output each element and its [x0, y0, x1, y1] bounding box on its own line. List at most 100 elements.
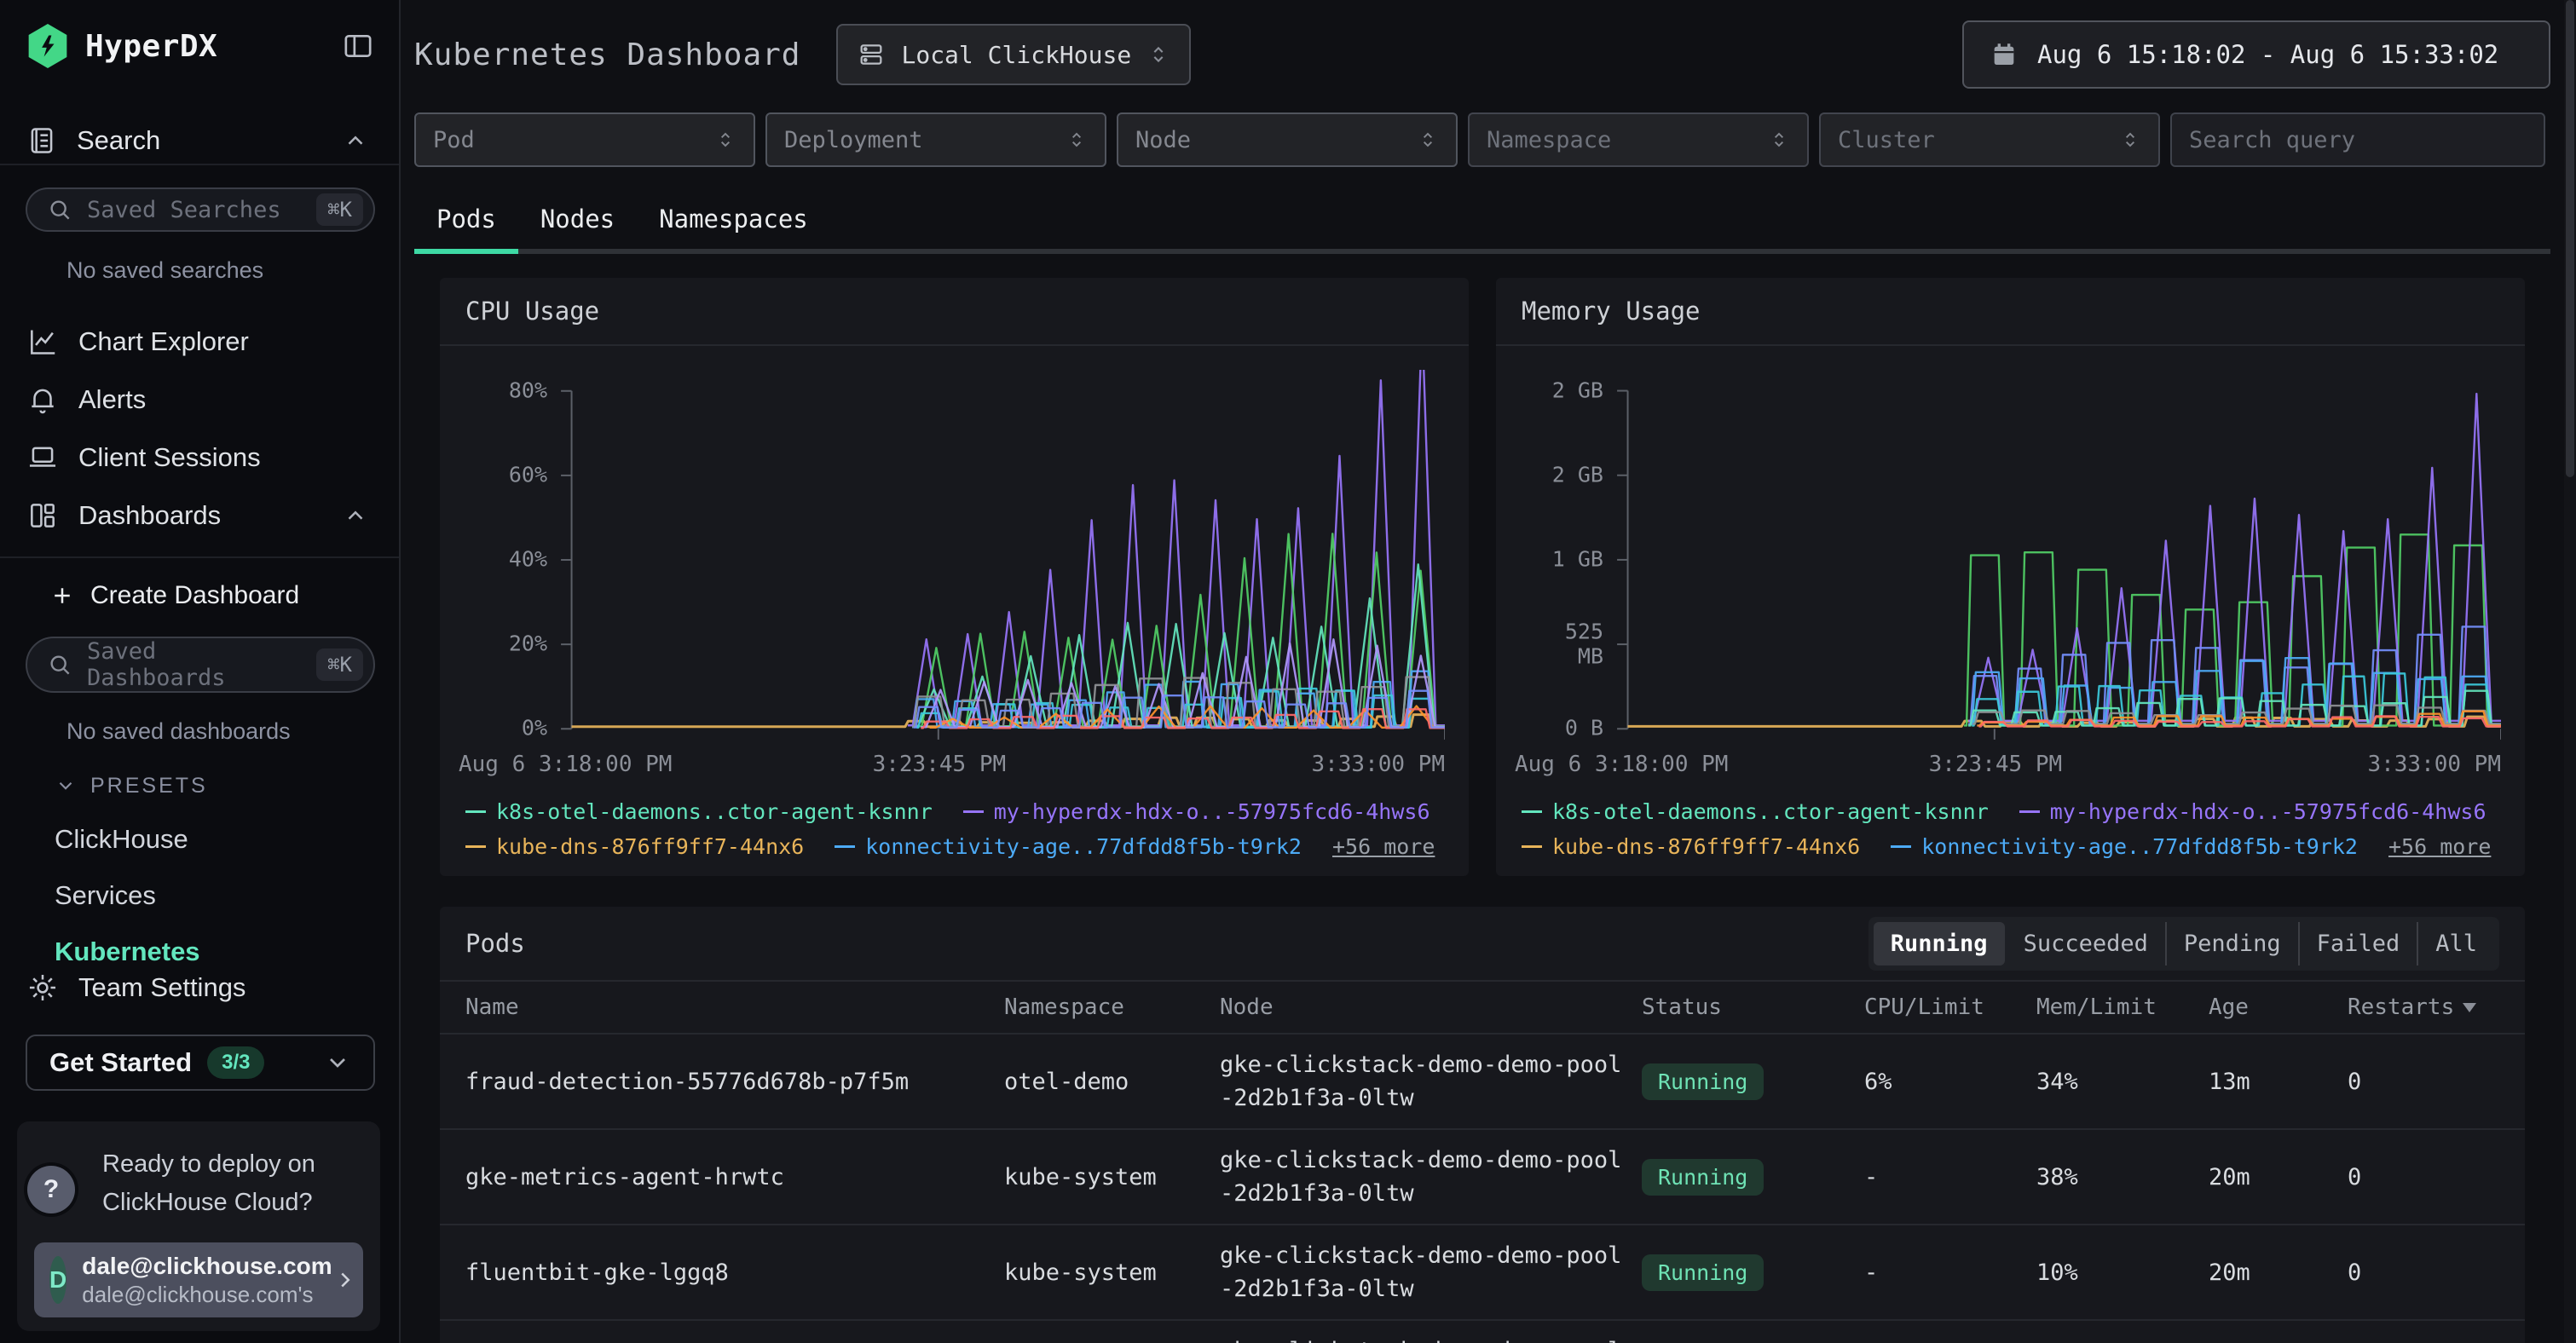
- deployment-filter-select[interactable]: Deployment: [765, 112, 1106, 167]
- dashboard-grid-icon: [26, 499, 60, 532]
- sidebar-item-alerts[interactable]: Alerts: [0, 371, 399, 429]
- memory-chart: 2 GB 2 GB 1 GB 525 MB 0 B Aug 6 3:18:00 …: [1496, 346, 2525, 876]
- cpu-plot-area[interactable]: [559, 370, 1445, 741]
- logs-icon: [26, 124, 58, 157]
- calendar-icon: [1990, 40, 2019, 69]
- scrollbar-thumb[interactable]: [2566, 0, 2574, 477]
- legend-label: konnectivity-age..77dfdd8f5b-t9rk2: [865, 834, 1302, 859]
- legend-item[interactable]: k8s-otel-daemons..ctor-agent-ksnnr: [465, 799, 933, 824]
- user-menu[interactable]: D dale@clickhouse.com dale@clickhouse.co…: [34, 1242, 363, 1317]
- no-saved-searches-note: No saved searches: [66, 257, 399, 284]
- column-header-mem[interactable]: Mem/Limit: [2036, 994, 2209, 1020]
- scrollbar[interactable]: [2564, 0, 2576, 1343]
- sidebar-item-team-settings[interactable]: Team Settings: [0, 967, 399, 1010]
- legend-more-link[interactable]: +56 more: [2388, 834, 2491, 859]
- y-tick-label: 60%: [509, 464, 547, 488]
- preset-item-services[interactable]: Services: [55, 880, 399, 911]
- node-filter-select[interactable]: Node: [1117, 112, 1458, 167]
- x-tick-label: Aug 6 3:18:00 PM: [1515, 752, 1728, 777]
- datasource-select[interactable]: Local ClickHouse: [836, 24, 1191, 85]
- legend-label: my-hyperdx-hdx-o..-57975fcd6-4hws6: [2050, 799, 2486, 824]
- status-filter-running[interactable]: Running: [1874, 922, 2005, 965]
- table-row[interactable]: gke-clickstack-demo-demo-pool-2d2b1f3a-0…: [440, 1319, 2525, 1343]
- tab-nodes[interactable]: Nodes: [518, 193, 637, 254]
- saved-dashboards-input[interactable]: Saved Dashboards ⌘K: [26, 637, 375, 693]
- preset-item-clickhouse[interactable]: ClickHouse: [55, 824, 399, 855]
- cell-node: gke-clickstack-demo-demo-pool-2d2b1f3a-0…: [1220, 1144, 1629, 1210]
- table-row[interactable]: gke-metrics-agent-hrwtc kube-system gke-…: [440, 1128, 2525, 1224]
- search-query-input[interactable]: [2170, 112, 2545, 167]
- saved-searches-input[interactable]: Saved Searches ⌘K: [26, 187, 375, 232]
- legend-item[interactable]: kube-dns-876ff9ff7-44nx6: [465, 834, 804, 859]
- search-icon: [46, 196, 73, 223]
- sidebar-item-dashboards[interactable]: Dashboards: [0, 487, 399, 545]
- user-team: dale@clickhouse.com's: [82, 1281, 332, 1309]
- app-root: HyperDX Search Saved Searches ⌘K No save…: [0, 0, 2576, 1343]
- column-header-namespace[interactable]: Namespace: [1004, 994, 1220, 1020]
- y-tick-label: 80%: [509, 378, 547, 403]
- pod-filter-select[interactable]: Pod: [414, 112, 755, 167]
- presets-toggle[interactable]: PRESETS: [55, 774, 399, 798]
- plus-icon: [49, 583, 75, 608]
- legend-more-link[interactable]: +56 more: [1332, 834, 1435, 859]
- line-chart-icon: [26, 326, 60, 358]
- sort-desc-icon: [2463, 1003, 2476, 1012]
- legend-swatch: [1522, 845, 1542, 848]
- status-filter-pending[interactable]: Pending: [2165, 922, 2298, 965]
- column-header-name[interactable]: Name: [465, 994, 1004, 1020]
- cell-mem: 10%: [2036, 1259, 2209, 1286]
- column-header-cpu[interactable]: CPU/Limit: [1864, 994, 2036, 1020]
- bell-icon: [26, 383, 60, 416]
- memory-legend: k8s-otel-daemons..ctor-agent-ksnnr my-hy…: [1510, 782, 2501, 864]
- legend-item[interactable]: k8s-otel-daemons..ctor-agent-ksnnr: [1522, 799, 1989, 824]
- charts-row: CPU Usage 80% 60% 40% 20% 0%: [440, 278, 2525, 876]
- get-started-label: Get Started: [49, 1047, 192, 1078]
- status-filter-all[interactable]: All: [2417, 922, 2494, 965]
- legend-swatch: [963, 810, 984, 813]
- legend-item[interactable]: konnectivity-age..77dfdd8f5b-t9rk2: [1891, 834, 2358, 859]
- namespace-filter-select[interactable]: Namespace: [1468, 112, 1809, 167]
- pods-panel-title: Pods: [465, 929, 525, 958]
- legend-item[interactable]: my-hyperdx-hdx-o..-57975fcd6-4hws6: [963, 799, 1430, 824]
- get-started-button[interactable]: Get Started 3/3: [26, 1035, 375, 1091]
- cluster-filter-select[interactable]: Cluster: [1819, 112, 2160, 167]
- sidebar-item-chart-explorer[interactable]: Chart Explorer: [0, 313, 399, 371]
- legend-swatch: [835, 845, 855, 848]
- preset-item-kubernetes[interactable]: Kubernetes: [55, 937, 399, 967]
- cpu-usage-panel: CPU Usage 80% 60% 40% 20% 0%: [440, 278, 1469, 876]
- chevron-right-icon: [332, 1267, 358, 1293]
- column-header-restarts[interactable]: Restarts: [2348, 994, 2499, 1020]
- legend-item[interactable]: konnectivity-age..77dfdd8f5b-t9rk2: [835, 834, 1302, 859]
- memory-panel-header: Memory Usage: [1496, 278, 2525, 346]
- sidebar-item-search[interactable]: Search: [0, 118, 399, 164]
- tab-pods[interactable]: Pods: [414, 193, 518, 254]
- cell-node: gke-clickstack-demo-demo-pool-2d2b1f3a-0…: [1220, 1048, 1629, 1115]
- table-row[interactable]: fluentbit-gke-lggq8 kube-system gke-clic…: [440, 1224, 2525, 1319]
- legend-item[interactable]: my-hyperdx-hdx-o..-57975fcd6-4hws6: [2019, 799, 2486, 824]
- cell-age: 20m: [2209, 1259, 2348, 1286]
- status-filter-failed[interactable]: Failed: [2298, 922, 2417, 965]
- tab-namespaces[interactable]: Namespaces: [637, 193, 830, 254]
- column-header-age[interactable]: Age: [2209, 994, 2348, 1020]
- table-row[interactable]: fraud-detection-55776d678b-p7f5m otel-de…: [440, 1033, 2525, 1128]
- column-header-status[interactable]: Status: [1642, 994, 1864, 1020]
- sidebar-item-client-sessions[interactable]: Client Sessions: [0, 429, 399, 487]
- cell-restarts: 0: [2348, 1259, 2499, 1286]
- cell-namespace: kube-system: [1004, 1164, 1220, 1190]
- memory-plot-area[interactable]: [1615, 370, 2501, 741]
- brand-name: HyperDX: [85, 29, 217, 64]
- divider: [0, 556, 399, 558]
- status-filter-succeeded[interactable]: Succeeded: [2005, 922, 2165, 965]
- legend-item[interactable]: kube-dns-876ff9ff7-44nx6: [1522, 834, 1860, 859]
- legend-label: k8s-otel-daemons..ctor-agent-ksnnr: [1552, 799, 1989, 824]
- create-dashboard-button[interactable]: Create Dashboard: [0, 577, 399, 614]
- help-icon[interactable]: ?: [27, 1166, 75, 1213]
- filter-bar: Pod Deployment Node Namespace Cluster: [414, 112, 2550, 167]
- date-range-picker[interactable]: Aug 6 15:18:02 - Aug 6 15:33:02: [1962, 20, 2550, 89]
- x-tick-label: Aug 6 3:18:00 PM: [459, 752, 672, 777]
- cpu-legend: k8s-otel-daemons..ctor-agent-ksnnr my-hy…: [453, 782, 1445, 864]
- column-header-node[interactable]: Node: [1220, 994, 1642, 1020]
- chevron-down-icon: [55, 775, 77, 797]
- sidebar-collapse-button[interactable]: [341, 29, 375, 63]
- status-badge: Running: [1642, 1159, 1764, 1196]
